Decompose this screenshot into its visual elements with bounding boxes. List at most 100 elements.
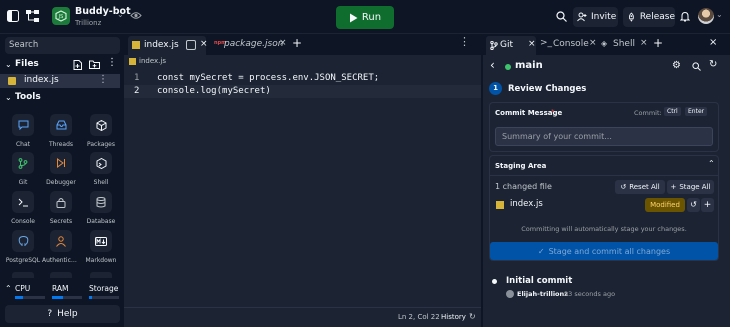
stage-file-icon[interactable]: + [701, 198, 714, 212]
tool-overflow-hint [90, 272, 112, 278]
chat-icon [12, 114, 34, 136]
editor-status-bar: Ln 2, Col 22 History ↻ [124, 307, 481, 327]
files-more-icon[interactable]: ⋮ [107, 57, 117, 68]
divider [490, 175, 718, 176]
undo-icon: ↺ [620, 183, 627, 191]
js-file-icon [132, 41, 140, 49]
split-view-icon[interactable] [186, 40, 196, 50]
tool-label: Markdown [85, 257, 117, 264]
commit-author-avatar [506, 290, 514, 298]
refresh-icon[interactable]: ↻ [709, 59, 717, 70]
editor-more-icon[interactable]: ⋮ [459, 35, 470, 48]
invite-label: Invite [591, 12, 617, 22]
chevron-down-icon[interactable]: ⌄ [117, 10, 124, 19]
changed-count: 1 changed file [495, 182, 552, 191]
add-tab-icon[interactable]: + [653, 36, 663, 50]
postgresql-icon [12, 230, 34, 252]
code-line[interactable]: console.log(mySecret) [157, 86, 271, 96]
reset-all-button[interactable]: ↺ Reset All [615, 180, 665, 194]
files-collapse-icon[interactable]: ⌄ [5, 60, 12, 69]
commit-title[interactable]: Initial commit [506, 276, 572, 286]
back-arrow-icon[interactable]: ‹ [490, 58, 495, 72]
tool-secrets[interactable]: Secrets [42, 191, 80, 225]
threads-icon [50, 114, 72, 136]
authentication-icon [50, 230, 72, 252]
commit-author: Elijah-trillionz [517, 290, 568, 298]
resources-collapse-icon[interactable]: ⌃ [5, 284, 12, 293]
changed-file-name[interactable]: index.js [510, 199, 543, 209]
close-tab-icon[interactable]: × [589, 38, 597, 48]
tool-label: Threads [48, 141, 74, 148]
close-tab-icon[interactable]: × [528, 39, 536, 49]
tool-overflow-hint [50, 272, 72, 278]
tool-postgresql[interactable]: PostgreSQL [4, 230, 42, 264]
tool-label: Debugger [46, 179, 76, 186]
left-sidebar: Search ⌄ Files ⋮ index.js ⋮ ⌄ Tools Chat… [0, 34, 122, 327]
run-button[interactable]: Run [336, 6, 394, 29]
file-more-icon[interactable]: ⋮ [98, 74, 108, 85]
file-tree-item[interactable]: index.js ⋮ [0, 74, 120, 88]
stage-and-commit-button[interactable]: ✓ Stage and commit all changes [490, 242, 718, 260]
stage-all-button[interactable]: + Stage All [667, 180, 714, 194]
shell-icon: ◈ [601, 39, 608, 48]
avatar-chevron-icon[interactable]: ⌄ [716, 10, 723, 19]
help-button[interactable]: ? Help [5, 305, 120, 323]
search-field[interactable]: Search [5, 37, 120, 54]
gear-icon[interactable]: ⚙ [672, 60, 681, 71]
cursor-position[interactable]: Ln 2, Col 22 [398, 313, 440, 321]
close-tab-icon[interactable]: × [200, 39, 208, 49]
tool-shell[interactable]: Shell [82, 152, 120, 186]
eye-icon[interactable] [130, 11, 142, 20]
avatar[interactable] [698, 8, 714, 24]
close-tab-icon[interactable]: × [279, 38, 287, 48]
console-prompt-icon: >_ [540, 38, 553, 48]
tab-console[interactable]: Console [553, 39, 589, 49]
new-folder-icon[interactable] [89, 60, 100, 69]
tab-index-js[interactable]: index.js × [128, 36, 208, 55]
release-button[interactable]: Release [623, 7, 675, 27]
tool-console[interactable]: Console [4, 191, 42, 225]
breadcrumb[interactable]: index.js [139, 57, 166, 65]
summary-placeholder: Summary of your commit... [502, 132, 612, 141]
cpu-label: CPU [15, 284, 31, 293]
code-line[interactable]: const mySecret = process.env.JSON_SECRET… [157, 73, 379, 83]
bell-icon[interactable] [680, 11, 690, 22]
new-file-icon[interactable] [73, 60, 82, 70]
database-icon [90, 191, 112, 213]
repl-owner[interactable]: Trillionz [75, 19, 101, 27]
tab-package-json[interactable]: package.json [224, 39, 283, 49]
tool-authentication[interactable]: Authenticat... [42, 230, 80, 264]
tool-threads[interactable]: Threads [42, 114, 80, 148]
history-icon[interactable]: ↻ [469, 312, 476, 321]
tool-markdown[interactable]: Markdown [82, 230, 120, 264]
tab-git[interactable]: Git × [486, 36, 536, 55]
collapse-icon[interactable]: ⌃ [708, 159, 715, 168]
tab-shell[interactable]: Shell [613, 39, 635, 49]
tool-label: Secrets [49, 218, 73, 225]
branch-status-dot [505, 64, 511, 70]
branch-name[interactable]: main [515, 60, 543, 71]
sidebar-toggle-icon[interactable] [7, 10, 19, 22]
history-button[interactable]: History [441, 313, 466, 321]
panel-close-icon[interactable]: × [709, 37, 717, 48]
search-icon[interactable] [692, 62, 701, 71]
tools-collapse-icon[interactable]: ⌄ [5, 93, 12, 102]
ram-meter [52, 296, 82, 299]
search-icon[interactable] [556, 11, 567, 22]
tool-overflow-hint [12, 272, 34, 278]
check-icon: ✓ [537, 246, 545, 256]
tool-git[interactable]: Git [4, 152, 42, 186]
tool-database[interactable]: Database [82, 191, 120, 225]
tool-debugger[interactable]: Debugger [42, 152, 80, 186]
add-tab-icon[interactable]: + [292, 36, 302, 50]
tool-label: Packages [87, 141, 115, 148]
shortcut-key: Enter [685, 107, 708, 116]
discard-file-icon[interactable]: ↺ [687, 198, 700, 212]
repl-tree-icon[interactable] [26, 10, 40, 22]
invite-button[interactable]: Invite [573, 7, 618, 27]
git-panel: Git × >_ Console × ◈ Shell × + × ‹ main … [483, 34, 730, 327]
tool-packages[interactable]: Packages [82, 114, 120, 148]
close-tab-icon[interactable]: × [640, 38, 648, 48]
commit-summary-input[interactable]: Summary of your commit... [495, 127, 713, 146]
tool-chat[interactable]: Chat [4, 114, 42, 148]
